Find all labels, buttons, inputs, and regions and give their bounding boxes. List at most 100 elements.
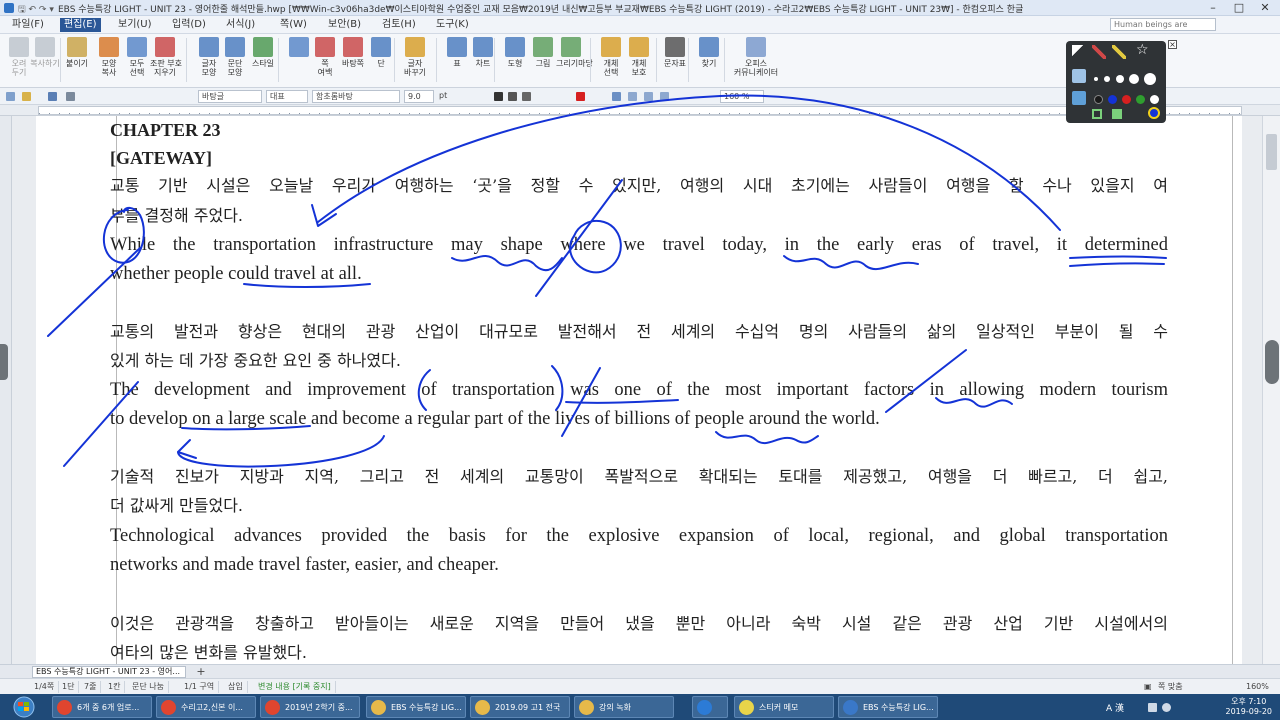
menu-format[interactable]: 서식(J) <box>222 18 259 32</box>
zoom-field[interactable]: 160 % <box>720 90 764 103</box>
ribbon-button-23[interactable]: 오피스 커뮤니케이터 <box>730 36 782 84</box>
scrollbar-thumb[interactable] <box>1266 134 1277 170</box>
document-tab[interactable]: EBS 수능특강 LIGHT - UNIT 23 - 영어... <box>32 666 186 678</box>
start-button[interactable] <box>4 696 48 718</box>
left-drag-handle[interactable] <box>0 344 8 380</box>
ribbon-button-20[interactable]: 개체 보호 <box>624 36 654 84</box>
screen-tool-icon[interactable] <box>1072 91 1086 105</box>
taskbar-item[interactable]: 수리고2,신본 이... <box>156 696 256 718</box>
color-white-swatch[interactable] <box>1150 95 1159 104</box>
ribbon-button-1[interactable]: 복사하기 <box>30 36 60 84</box>
taskbar-item[interactable]: EBS 수능특강 LIG... <box>838 696 938 718</box>
zoom-level[interactable]: 160% <box>1242 681 1273 693</box>
ribbon-button-21[interactable]: 문자표 <box>660 36 690 84</box>
status-item[interactable]: 문단 나눔 <box>128 681 169 693</box>
blank-line[interactable] <box>110 289 1168 317</box>
menu-page[interactable]: 쪽(W) <box>276 18 311 32</box>
document-line[interactable]: 교통의 발전과 향상은 현대의 관광 산업이 대규모로 발전해서 전 세계의 수… <box>110 318 1168 346</box>
print-icon[interactable] <box>66 92 75 101</box>
color-blue-swatch[interactable] <box>1108 95 1117 104</box>
document-line[interactable]: 교통 기반 시설은 오늘날 우리가 여행하는 ‘곳’을 정할 수 있지만, 여행… <box>110 172 1168 200</box>
ribbon-button-7[interactable]: 문단 모양 <box>220 36 250 84</box>
ribbon-button-8[interactable]: 스타일 <box>248 36 278 84</box>
menu-insert[interactable]: 입력(D) <box>168 18 210 32</box>
font-size-field[interactable]: 9.0 <box>404 90 434 103</box>
network-icon[interactable] <box>1148 703 1157 712</box>
status-item[interactable]: 1칸 <box>104 681 126 693</box>
size-5-dot[interactable] <box>1144 73 1156 85</box>
color-black-swatch[interactable] <box>1094 95 1103 104</box>
ribbon-button-18[interactable]: 그리기마당 <box>556 36 593 84</box>
vertical-ruler[interactable] <box>0 116 12 664</box>
menu-review[interactable]: 검토(H) <box>378 18 420 32</box>
status-item[interactable]: 1/4쪽 <box>30 681 60 693</box>
ribbon-button-3[interactable]: 모양 복사 <box>94 36 124 84</box>
ribbon-button-5[interactable]: 조판 부호 지우기 <box>150 36 182 84</box>
taskbar-item[interactable]: 2019년 2학기 중... <box>260 696 360 718</box>
eraser-icon[interactable] <box>1072 69 1086 83</box>
size-1-dot[interactable] <box>1094 77 1098 81</box>
menu-view[interactable]: 보기(U) <box>114 18 156 32</box>
color-green-swatch[interactable] <box>1136 95 1145 104</box>
volume-icon[interactable] <box>1162 703 1171 712</box>
menu-file[interactable]: 파일(F) <box>8 18 48 32</box>
pen-tool-icon[interactable] <box>1092 45 1106 59</box>
document-line[interactable]: 있게 하는 데 가장 중요한 요인 중 하나였다. <box>110 347 1168 375</box>
vertical-scrollbar[interactable] <box>1262 116 1280 664</box>
size-2-dot[interactable] <box>1104 76 1110 82</box>
document-line[interactable]: The development and improvement of trans… <box>110 376 1168 404</box>
document-line[interactable]: CHAPTER 23 <box>110 116 1168 144</box>
size-3-dot[interactable] <box>1116 75 1124 83</box>
ribbon-button-19[interactable]: 개체 선택 <box>596 36 626 84</box>
clock[interactable]: 오후 7:10 2019-09-20 <box>1226 697 1273 717</box>
blank-line[interactable] <box>110 434 1168 462</box>
style-select[interactable]: 바탕글 <box>198 90 262 103</box>
ribbon-button-11[interactable]: 바탕쪽 <box>338 36 368 84</box>
menu-edit[interactable]: 편집(E) <box>60 18 101 32</box>
font-lang-select[interactable]: 대표 <box>266 90 308 103</box>
save-icon[interactable] <box>48 92 57 101</box>
document-line[interactable]: While the transportation infrastructure … <box>110 231 1168 259</box>
taskbar-item[interactable] <box>692 696 728 718</box>
right-drag-handle[interactable] <box>1265 340 1279 384</box>
ribbon-button-16[interactable]: 도형 <box>500 36 530 84</box>
align-justify-icon[interactable] <box>612 92 621 101</box>
size-4-dot[interactable] <box>1129 74 1139 84</box>
document-line[interactable]: 부를 결정해 주었다. <box>110 202 1168 230</box>
font-select[interactable]: 함초롬바탕 <box>312 90 400 103</box>
document-line[interactable]: to develop on a large scale and become a… <box>110 405 1168 433</box>
taskbar-item[interactable]: 스티커 메모 <box>734 696 834 718</box>
status-item[interactable]: 변경 내용 [기록 중지] <box>254 681 336 693</box>
menu-tools[interactable]: 도구(K) <box>432 18 473 32</box>
taskbar-item[interactable]: 6개 중 6개 업로... <box>52 696 152 718</box>
help-search-input[interactable] <box>1110 18 1216 31</box>
status-item[interactable]: 삽입 <box>224 681 248 693</box>
open-icon[interactable] <box>22 92 31 101</box>
maximize-button[interactable]: □ <box>1226 1 1252 15</box>
align-left-icon[interactable] <box>628 92 637 101</box>
menu-security[interactable]: 보안(B) <box>324 18 365 32</box>
document-line[interactable]: 이것은 관광객을 창출하고 받아들이는 새로운 지역을 만들어 냈을 뿐만 아니… <box>110 610 1168 638</box>
status-item[interactable]: 7줄 <box>80 681 102 693</box>
pen-palette-close-button[interactable]: × <box>1168 40 1177 49</box>
rect-tool-icon[interactable] <box>1092 109 1102 119</box>
italic-icon[interactable] <box>508 92 517 101</box>
ribbon-button-10[interactable]: 쪽 여백 <box>310 36 340 84</box>
new-tab-button[interactable]: + <box>194 666 208 678</box>
zoom-mode[interactable]: 쪽 맞춤 <box>1154 681 1187 693</box>
status-item[interactable]: 1/1 구역 <box>180 681 220 693</box>
font-color-icon[interactable] <box>576 92 585 101</box>
ribbon-button-2[interactable]: 붙이기 <box>62 36 92 84</box>
ime-indicator[interactable]: A 漢 <box>1106 701 1124 714</box>
new-doc-icon[interactable] <box>6 92 15 101</box>
star-icon[interactable]: ☆ <box>1136 43 1150 57</box>
document-line[interactable]: 더 값싸게 만들었다. <box>110 492 1168 520</box>
taskbar-item[interactable]: 2019.09 고1 전국 <box>470 696 570 718</box>
document-line[interactable]: [GATEWAY] <box>110 144 1168 172</box>
document-line[interactable]: whether people could travel at all. <box>110 260 1168 288</box>
document-line[interactable]: 여타의 많은 변화를 유발했다. <box>110 639 1168 667</box>
bold-icon[interactable] <box>494 92 503 101</box>
align-right-icon[interactable] <box>660 92 669 101</box>
color-red-swatch[interactable] <box>1122 95 1131 104</box>
ribbon-button-12[interactable]: 단 <box>366 36 396 84</box>
